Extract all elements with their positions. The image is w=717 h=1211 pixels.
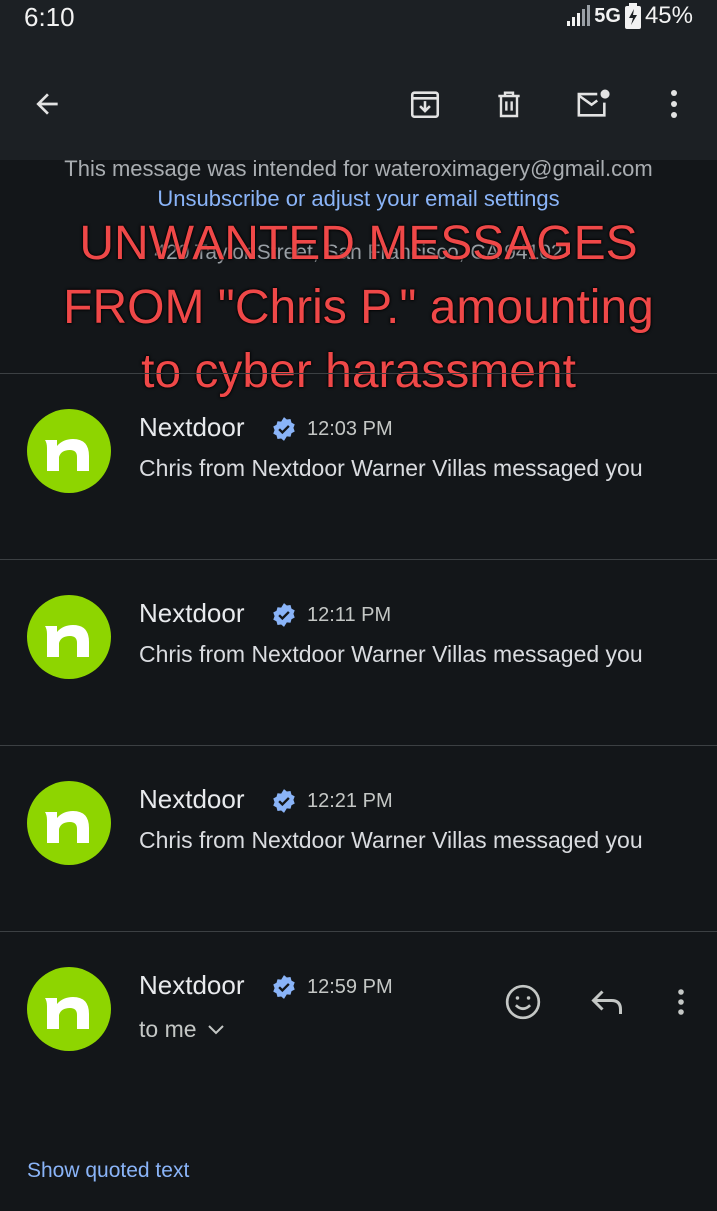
message-toolbar — [0, 40, 717, 160]
divider — [0, 931, 717, 932]
archive-icon[interactable] — [405, 84, 445, 124]
verified-badge-icon — [273, 417, 295, 441]
collapsed-message[interactable]: Nextdoor 12:03 PM Chris from Nextdoor Wa… — [0, 374, 717, 560]
signal-icon — [567, 5, 591, 26]
emoji-reaction-icon[interactable] — [501, 980, 545, 1024]
message-time: 12:59 PM — [307, 976, 393, 998]
delete-icon[interactable] — [489, 84, 529, 124]
verified-badge-icon — [273, 975, 295, 999]
collapsed-message[interactable]: Nextdoor 12:11 PM Chris from Nextdoor Wa… — [0, 560, 717, 746]
annotation-line-1: UNWANTED MESSAGES — [79, 217, 638, 270]
nextdoor-avatar — [27, 967, 111, 1051]
show-quoted-text-link[interactable]: Show quoted text — [27, 1159, 189, 1183]
message-time: 12:11 PM — [307, 604, 392, 626]
recipient-label: to me — [139, 1016, 197, 1042]
chevron-down-icon — [207, 1024, 224, 1034]
network-type: 5G — [594, 4, 621, 27]
intended-recipient-text: This message was intended for wateroxima… — [64, 156, 653, 181]
status-bar: 6:10 5G 45% — [0, 0, 717, 40]
nextdoor-avatar — [27, 781, 111, 865]
sender-name: Nextdoor — [139, 970, 245, 1000]
message-snippet: Chris from Nextdoor Warner Villas messag… — [139, 455, 643, 481]
message-snippet: Chris from Nextdoor Warner Villas messag… — [139, 641, 643, 667]
message-snippet: Chris from Nextdoor Warner Villas messag… — [139, 827, 643, 853]
recipient-details-toggle[interactable]: to me — [139, 1016, 225, 1043]
sender-name: Nextdoor — [139, 784, 245, 814]
status-indicators: 5G 45% — [566, 2, 693, 30]
collapsed-message[interactable]: Nextdoor 12:21 PM Chris from Nextdoor Wa… — [0, 746, 717, 932]
verified-badge-icon — [273, 789, 295, 813]
nextdoor-avatar — [27, 595, 111, 679]
verified-badge-icon — [273, 603, 295, 627]
mark-unread-icon[interactable] — [573, 84, 613, 124]
message-time: 12:21 PM — [307, 790, 393, 812]
sender-name: Nextdoor — [139, 412, 245, 442]
back-arrow-icon[interactable] — [27, 84, 67, 124]
unsubscribe-link[interactable]: Unsubscribe or adjust your email setting… — [0, 186, 717, 212]
message-time: 12:03 PM — [307, 418, 393, 440]
more-vert-icon[interactable] — [654, 84, 694, 124]
battery-charging-icon — [624, 3, 641, 29]
reply-icon[interactable] — [585, 980, 629, 1024]
battery-percent: 45% — [644, 2, 693, 29]
status-time: 6:10 — [24, 2, 75, 32]
more-vert-icon[interactable] — [659, 980, 703, 1024]
nextdoor-avatar — [27, 409, 111, 493]
sender-name: Nextdoor — [139, 598, 245, 628]
annotation-line-2: FROM "Chris P." amounting — [63, 281, 654, 334]
